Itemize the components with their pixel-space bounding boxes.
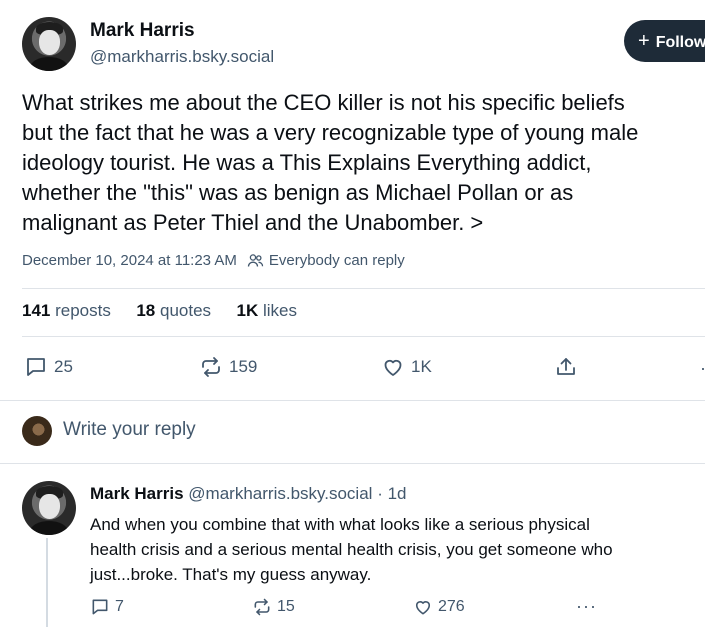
reply-more-options-icon[interactable]: ··· (576, 596, 597, 617)
reposts-stat[interactable]: 141 reposts (22, 301, 111, 320)
post-text-line: malignant as Peter Thiel and the Unabomb… (22, 210, 484, 235)
heart-icon (381, 355, 411, 379)
divider (0, 400, 705, 401)
follow-label: Follow (655, 34, 705, 51)
post-stats: 141 reposts 18 quotes 1K likes (22, 301, 297, 321)
current-user-avatar (22, 416, 52, 446)
repost-button[interactable]: 159 (199, 355, 257, 379)
reply-reply-button[interactable]: 7 (90, 597, 124, 617)
reply-header: Mark Harris @markharris.bsky.social · 1d (90, 484, 406, 504)
reply-count: 25 (54, 357, 73, 376)
reply-author-avatar[interactable] (22, 481, 76, 535)
share-icon (554, 355, 584, 379)
repost-count: 159 (229, 357, 258, 376)
repost-icon (199, 355, 229, 379)
post-text-line: ideology tourist. He was a This Explains… (22, 150, 592, 175)
author-avatar[interactable] (22, 17, 76, 71)
author-name[interactable]: Mark Harris (90, 20, 195, 42)
like-count: 1K (411, 357, 432, 376)
reply-age[interactable]: · 1d (377, 484, 406, 503)
heart-icon (413, 597, 438, 617)
reply-author-name[interactable]: Mark Harris (90, 484, 184, 503)
likes-stat[interactable]: 1K likes (237, 301, 297, 320)
more-options-icon[interactable]: · (700, 358, 705, 379)
follow-button[interactable]: + Follow (624, 20, 705, 62)
post-timestamp[interactable]: December 10, 2024 at 11:23 AM (22, 252, 237, 269)
thread-line (46, 538, 48, 627)
reply-text-line: And when you combine that with what look… (90, 515, 590, 534)
divider (0, 463, 705, 464)
divider (22, 288, 705, 289)
post-text-line: but the fact that he was a very recogniz… (22, 120, 639, 145)
plus-icon: + (638, 30, 650, 52)
reply-text: And when you combine that with what look… (90, 512, 613, 587)
post-meta: December 10, 2024 at 11:23 AM Everybody … (22, 252, 405, 269)
quotes-stat[interactable]: 18 quotes (136, 301, 211, 320)
reply-like-button[interactable]: 276 (413, 597, 465, 617)
reply-reply-count: 7 (115, 598, 124, 615)
post-text-line: What strikes me about the CEO killer is … (22, 90, 625, 115)
reply-repost-button[interactable]: 15 (252, 597, 295, 617)
people-icon (247, 252, 264, 269)
author-handle[interactable]: @markharris.bsky.social (90, 47, 274, 67)
repost-icon (252, 597, 277, 617)
reply-text-line: health crisis and a serious mental healt… (90, 540, 613, 559)
reply-composer[interactable]: Write your reply (63, 419, 196, 441)
post-text-line: whether the "this" was as benign as Mich… (22, 180, 574, 205)
like-button[interactable]: 1K (381, 355, 432, 379)
reply-author-handle[interactable]: @markharris.bsky.social (188, 484, 372, 503)
reply-like-count: 276 (438, 598, 465, 615)
reply-setting[interactable]: Everybody can reply (269, 252, 405, 269)
divider (22, 336, 705, 337)
reply-text-line: just...broke. That's my guess anyway. (90, 565, 372, 584)
reply-repost-count: 15 (277, 598, 295, 615)
share-button[interactable] (554, 355, 584, 379)
reply-icon (24, 355, 54, 379)
reply-button[interactable]: 25 (24, 355, 73, 379)
reply-icon (90, 597, 115, 617)
post-text: What strikes me about the CEO killer is … (22, 88, 705, 238)
